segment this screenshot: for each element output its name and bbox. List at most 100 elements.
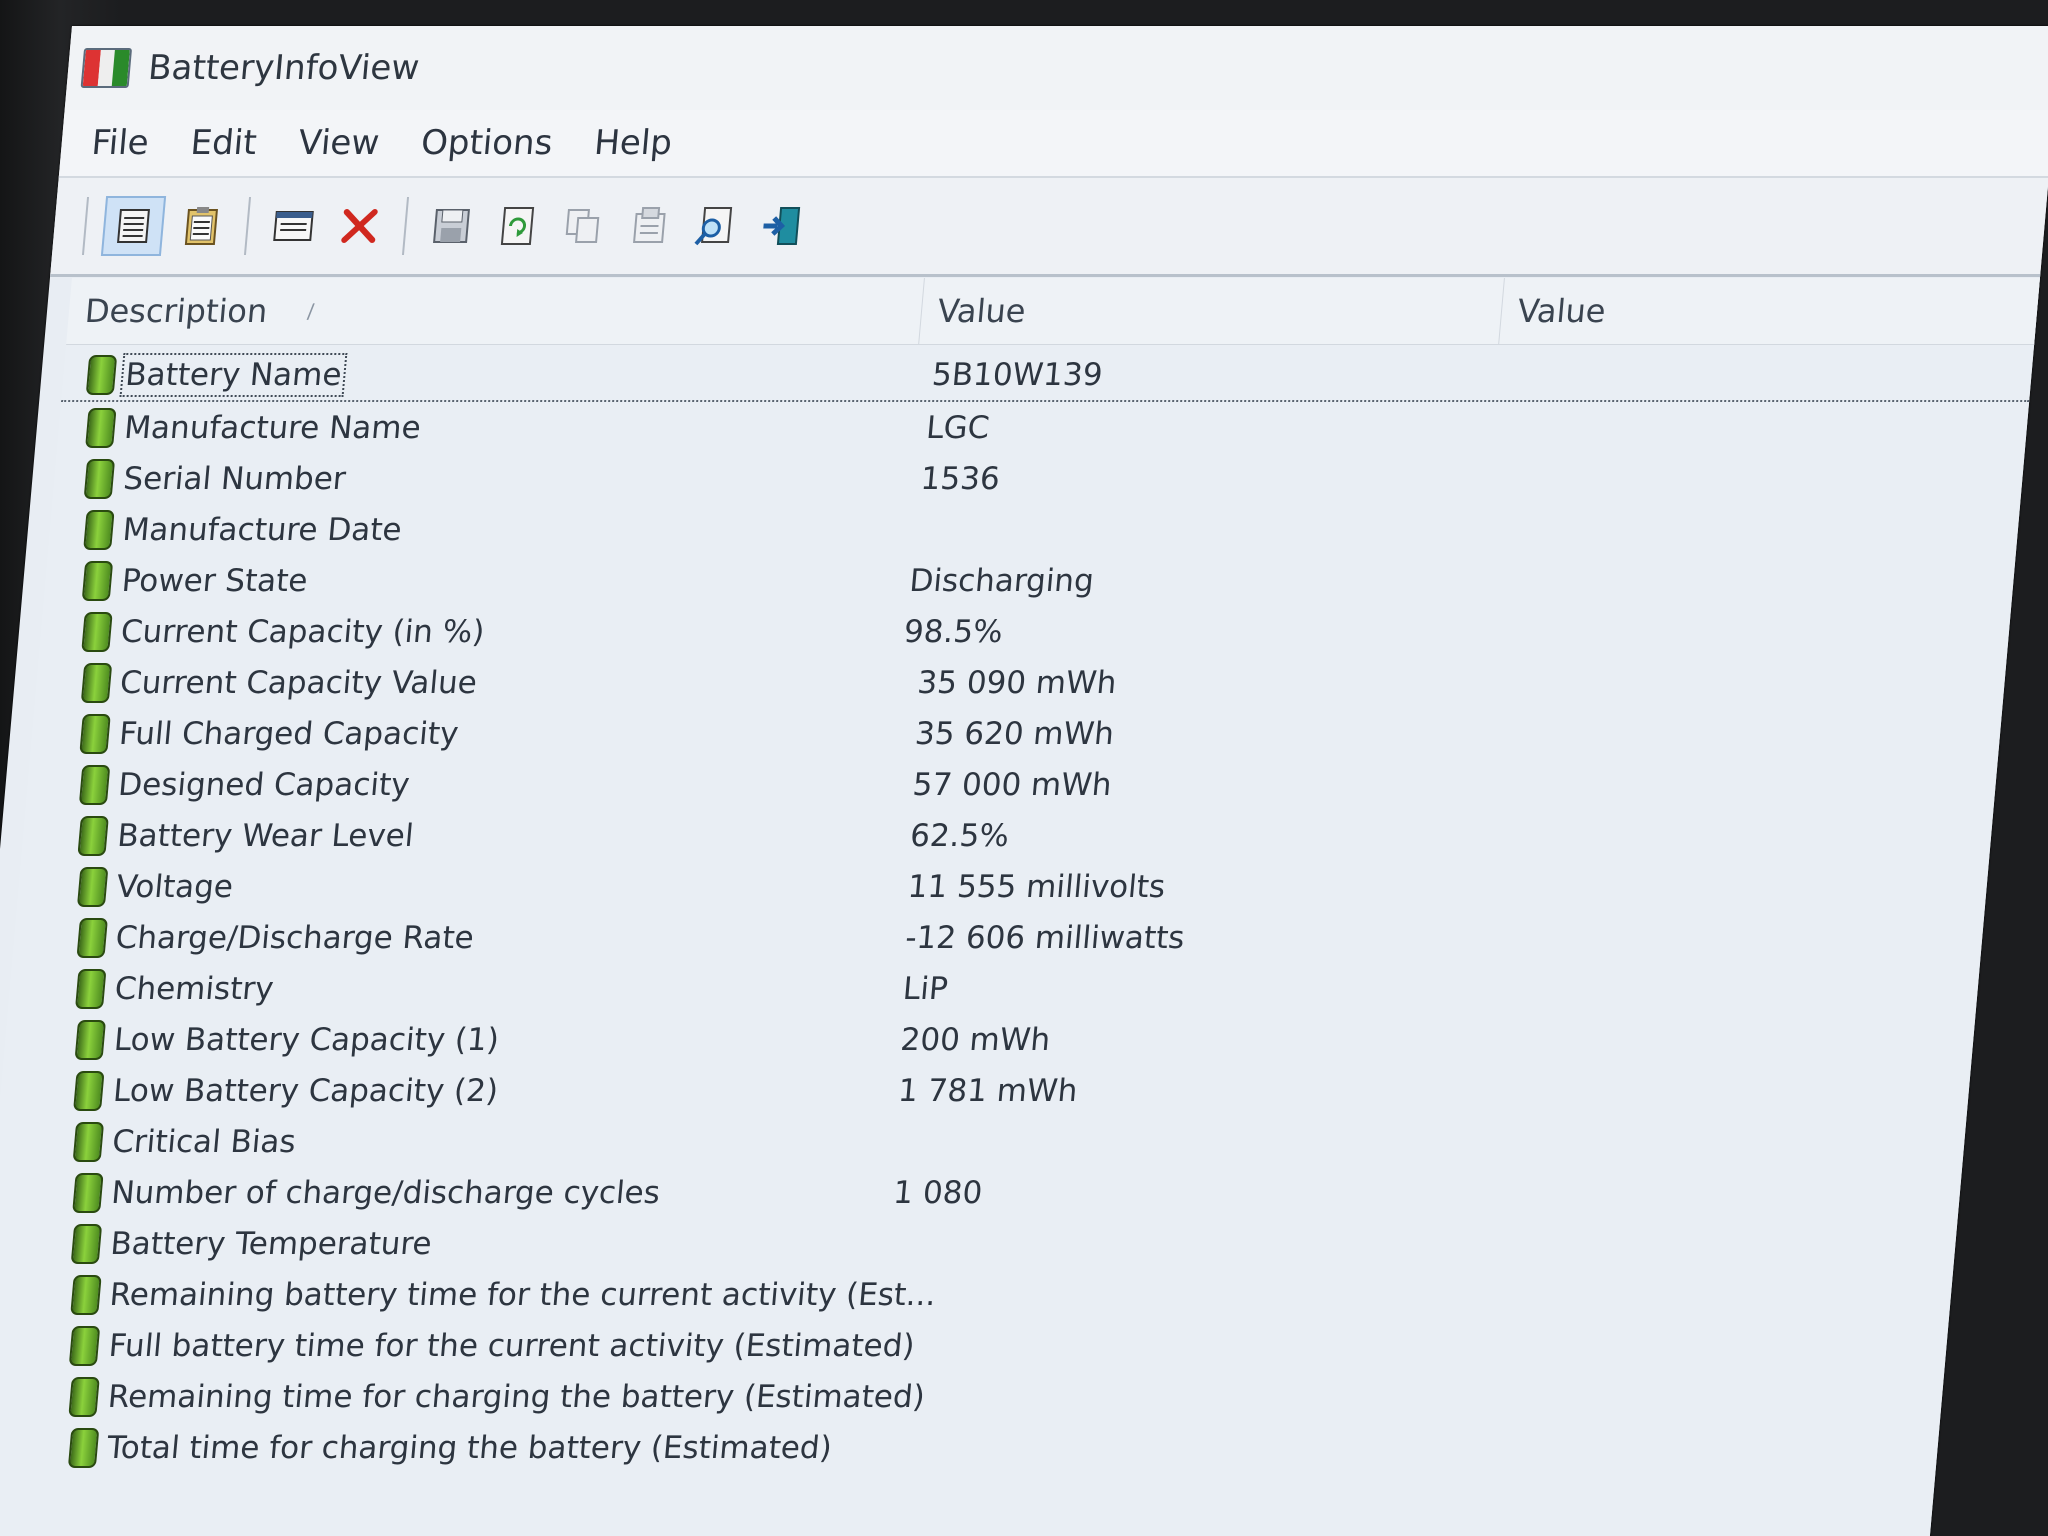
- table-row[interactable]: Full Charged Capacity 35 620 mWh: [30, 708, 2002, 759]
- table-row[interactable]: Low Battery Capacity (1) 200 mWh: [3, 1014, 1975, 1065]
- table-row[interactable]: Chemistry LiP: [8, 963, 1980, 1014]
- description-cell: Chemistry: [51, 968, 889, 1009]
- title-bar[interactable]: BatteryInfoView: [64, 26, 2048, 110]
- column-header-value[interactable]: Value: [918, 278, 1505, 344]
- battery-icon: [84, 407, 117, 448]
- column-header-value-2[interactable]: Value: [1499, 278, 2040, 344]
- row-value: LGC: [924, 409, 991, 446]
- description-cell: Battery Wear Level: [54, 815, 896, 856]
- battery-icon: [74, 1019, 106, 1060]
- battery-icon: [71, 1172, 104, 1213]
- description-cell: Battery Name: [62, 352, 918, 397]
- properties-button[interactable]: [619, 198, 680, 254]
- table-row[interactable]: Manufacture Date: [48, 504, 2020, 555]
- description-cell: Total time for charging the battery (Est…: [43, 1427, 867, 1468]
- delete-button[interactable]: [329, 198, 390, 254]
- row-value: 35 620 mWh: [913, 715, 1116, 752]
- table-row[interactable]: Number of charge/discharge cycles 1 080: [0, 1167, 1962, 1218]
- column-header-value-label: Value: [935, 292, 1028, 330]
- description-cell: Full Charged Capacity: [56, 713, 901, 754]
- menu-bar: File Edit View Options Help: [58, 110, 2048, 176]
- row-value: LiP: [901, 970, 950, 1007]
- row-label: Full Charged Capacity: [117, 715, 460, 752]
- toolbar-separator: [401, 197, 410, 255]
- table-row[interactable]: Designed Capacity 57 000 mWh: [25, 759, 1997, 810]
- description-cell: Remaining time for charging the battery …: [44, 1376, 926, 1417]
- row-label: Voltage: [115, 868, 235, 905]
- menu-file[interactable]: File: [90, 123, 150, 163]
- save-button[interactable]: [421, 198, 482, 254]
- row-label: Designed Capacity: [116, 766, 412, 803]
- battery-icon: [77, 815, 110, 856]
- description-cell: Low Battery Capacity (1): [50, 1019, 886, 1060]
- refresh-icon: [500, 207, 535, 245]
- row-label: Full battery time for the current activi…: [107, 1327, 917, 1364]
- table-row[interactable]: Voltage 11 555 millivolts: [16, 861, 1988, 912]
- toolbar-separator: [243, 197, 252, 255]
- description-cell: Current Capacity Value: [56, 662, 903, 703]
- table-row[interactable]: Serial Number 1536: [52, 453, 2024, 504]
- menu-options[interactable]: Options: [419, 123, 554, 163]
- row-label: Low Battery Capacity (1): [112, 1021, 501, 1058]
- battery-icon: [69, 1325, 101, 1366]
- battery-icon: [83, 458, 116, 499]
- table-row[interactable]: Total time for charging the battery (Est…: [0, 1422, 1940, 1473]
- battery-info-list[interactable]: Description / Value Value Battery Name 5B…: [0, 278, 2040, 1536]
- description-cell: Remaining battery time for the current a…: [46, 1274, 937, 1315]
- battery-icon: [79, 713, 112, 754]
- row-value: 98.5%: [902, 613, 1005, 650]
- menu-view[interactable]: View: [297, 123, 381, 163]
- table-row[interactable]: Remaining battery time for the current a…: [0, 1269, 1953, 1320]
- battery-icon: [67, 1427, 99, 1468]
- table-row[interactable]: Battery Wear Level 62.5%: [21, 810, 1993, 861]
- table-row[interactable]: Low Battery Capacity (2) 1 781 mWh: [0, 1065, 1971, 1116]
- battery-icon: [80, 662, 112, 703]
- row-label: Battery Temperature: [109, 1225, 434, 1262]
- table-row[interactable]: Current Capacity (in %) 98.5%: [39, 606, 2011, 657]
- battery-icon: [82, 509, 115, 550]
- row-label: Manufacture Name: [122, 409, 423, 446]
- menu-help[interactable]: Help: [593, 123, 674, 163]
- row-value: 62.5%: [908, 817, 1011, 854]
- table-row[interactable]: Battery Temperature: [0, 1218, 1958, 1269]
- battery-app-icon: [80, 48, 133, 88]
- refresh-button[interactable]: [487, 198, 548, 254]
- window-title: BatteryInfoView: [146, 48, 421, 88]
- table-row[interactable]: Current Capacity Value 35 090 mWh: [34, 657, 2006, 708]
- description-cell: Full battery time for the current activi…: [45, 1325, 916, 1366]
- row-label: Critical Bias: [110, 1123, 298, 1160]
- column-header-value-2-label: Value: [1516, 292, 1608, 330]
- column-header-description-label: Description: [83, 292, 269, 330]
- row-value: Discharging: [908, 562, 1096, 599]
- battery-icon: [85, 354, 118, 395]
- menu-edit[interactable]: Edit: [189, 123, 258, 163]
- save-icon: [433, 209, 470, 243]
- table-row[interactable]: Remaining time for charging the battery …: [0, 1371, 1944, 1422]
- battery-icon: [68, 1376, 100, 1417]
- exit-icon: [763, 207, 801, 245]
- battery-icon: [70, 1274, 102, 1315]
- description-cell: Charge/Discharge Rate: [52, 917, 891, 958]
- exit-button[interactable]: [751, 198, 812, 254]
- row-value: 200 mWh: [899, 1021, 1052, 1058]
- table-row[interactable]: Critical Bias: [0, 1116, 1967, 1167]
- table-row[interactable]: Manufacture Name LGC: [57, 402, 2029, 453]
- row-label: Low Battery Capacity (2): [111, 1072, 500, 1109]
- description-cell: Low Battery Capacity (2): [50, 1070, 885, 1111]
- column-header-description[interactable]: Description /: [66, 278, 925, 344]
- description-cell: Designed Capacity: [55, 764, 899, 805]
- log-window-button[interactable]: [263, 198, 324, 254]
- find-icon: [694, 207, 733, 246]
- table-row[interactable]: Charge/Discharge Rate -12 606 milliwatts: [12, 912, 1984, 963]
- clipboard-button[interactable]: [171, 198, 232, 254]
- table-row[interactable]: Power State Discharging: [43, 555, 2015, 606]
- description-cell: Manufacture Name: [61, 407, 916, 448]
- delete-icon: [341, 209, 378, 243]
- find-button[interactable]: [685, 198, 746, 254]
- advanced-mode-button[interactable]: [100, 196, 167, 256]
- table-row[interactable]: Battery Name 5B10W139: [61, 349, 2034, 402]
- table-row[interactable]: Full battery time for the current activi…: [0, 1320, 1949, 1371]
- toolbar: [50, 176, 2048, 277]
- battery-icon: [75, 968, 107, 1009]
- copy-button[interactable]: [553, 198, 614, 254]
